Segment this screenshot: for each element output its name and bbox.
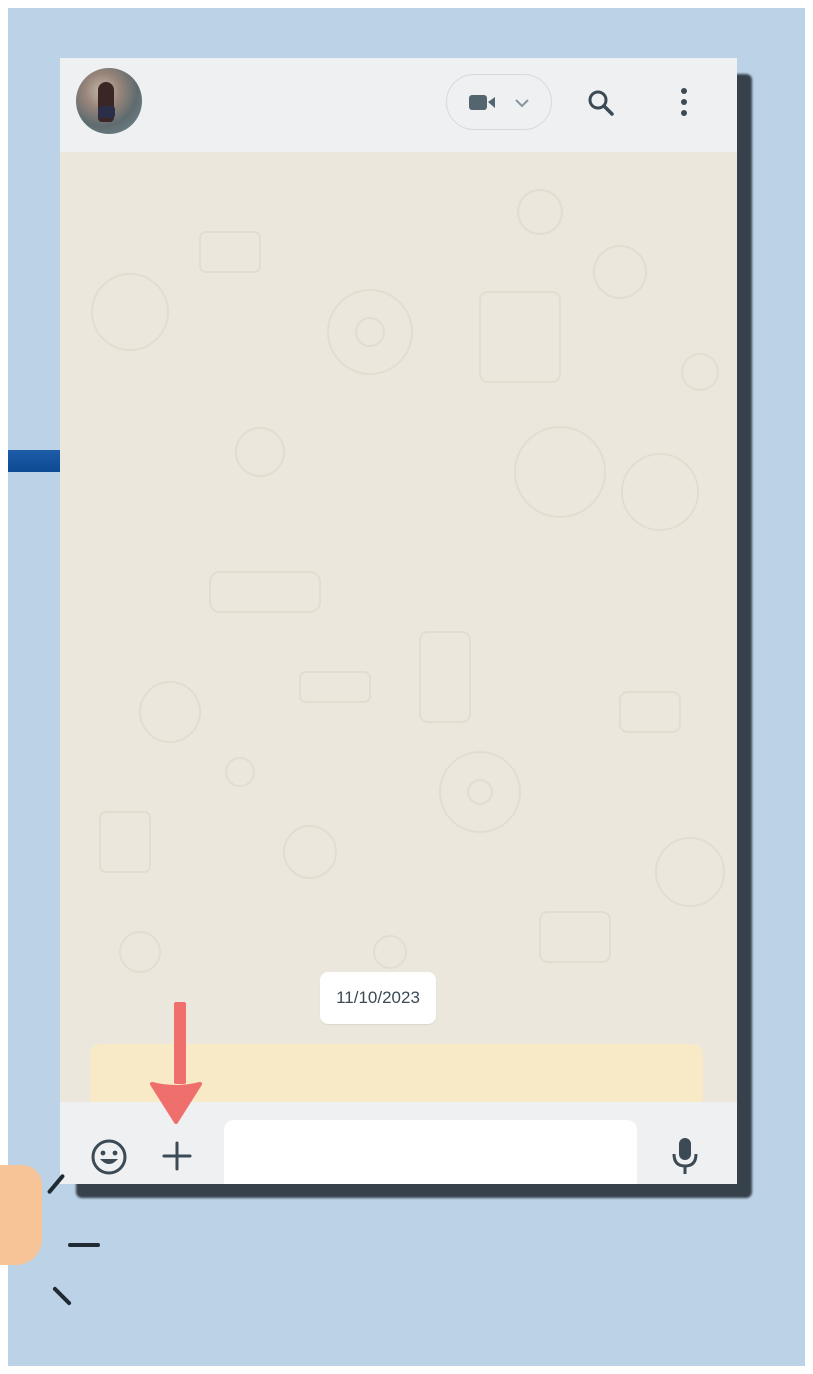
pointer-arrow-head [150,1082,202,1124]
blue-accent-bar [8,450,68,472]
video-call-button[interactable] [446,74,552,130]
date-chip: 11/10/2023 [320,972,436,1024]
chat-wallpaper-doodles [91,189,725,973]
avatar[interactable] [76,68,142,134]
more-vertical-icon[interactable] [677,86,691,120]
smiley-icon[interactable] [90,1138,128,1176]
message-input[interactable] [224,1120,637,1184]
avatar-figure-detail [98,106,115,118]
pointer-arrow-shaft [174,1002,186,1084]
chat-area: 11/10/2023 [60,152,737,1168]
microphone-icon[interactable] [672,1136,698,1176]
chat-window: 11/10/2023 [60,58,737,1184]
video-camera-icon [469,95,529,110]
chat-header [60,58,737,152]
plus-icon[interactable] [161,1140,193,1172]
search-icon[interactable] [586,88,616,118]
hand-illustration [0,1165,42,1265]
tap-mark [68,1243,100,1247]
